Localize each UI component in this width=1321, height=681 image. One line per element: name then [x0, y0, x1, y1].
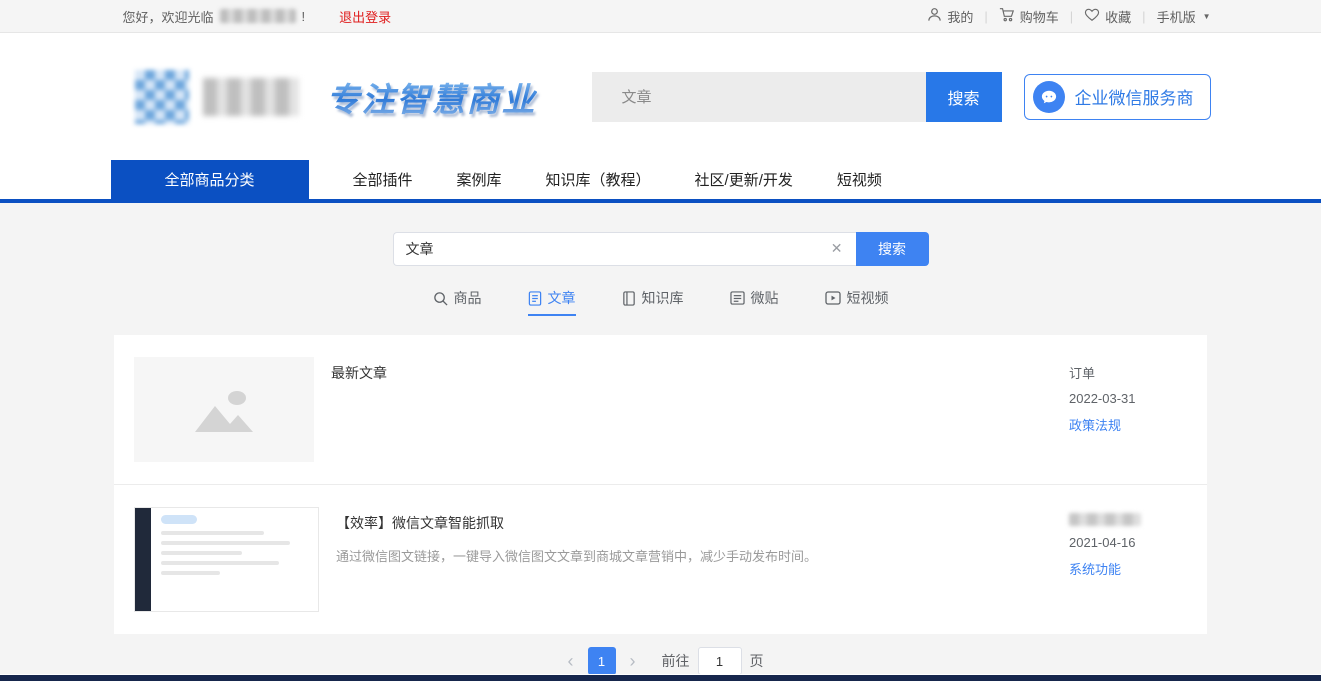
mobile-version-menu[interactable]: 手机版 ▼ — [1157, 7, 1211, 26]
thumbnail-sidebar — [135, 508, 151, 611]
favorites-label: 收藏 — [1105, 7, 1131, 26]
header-search-button[interactable]: 搜索 — [926, 72, 1002, 122]
tab-videos[interactable]: 短视频 — [825, 288, 889, 316]
results-card: 最新文章 订单 2022-03-31 政策法规 — [114, 335, 1207, 634]
tab-products[interactable]: 商品 — [433, 288, 482, 316]
search-input[interactable] — [393, 232, 856, 266]
tab-articles-label: 文章 — [548, 288, 576, 308]
wechat-service-button[interactable]: 企业微信服务商 — [1024, 74, 1211, 120]
thumbnail-body — [151, 508, 318, 611]
pagination: ‹ 1 › 前往 页 — [0, 647, 1321, 674]
placeholder-image[interactable] — [134, 357, 314, 462]
user-icon — [927, 7, 942, 25]
my-account-link[interactable]: 我的 — [927, 7, 973, 26]
site-logo-blurred[interactable] — [135, 70, 189, 124]
greeting-text: 您好，欢迎光临 — [123, 7, 214, 26]
play-video-icon — [825, 291, 841, 305]
heart-icon — [1084, 8, 1100, 25]
topbar: 您好，欢迎光临 ! 退出登录 我的 | 购物车 | — [0, 0, 1321, 33]
favorites-link[interactable]: 收藏 — [1084, 7, 1131, 26]
article-icon — [528, 291, 542, 306]
result-meta-blurred — [1069, 513, 1141, 526]
nav-all-categories[interactable]: 全部商品分类 — [111, 160, 309, 199]
tab-knowledge[interactable]: 知识库 — [622, 288, 684, 316]
result-row: 最新文章 订单 2022-03-31 政策法规 — [114, 335, 1207, 484]
username-blurred — [220, 9, 296, 23]
nav-all-plugins[interactable]: 全部插件 — [353, 160, 413, 199]
page-number-button[interactable]: 1 — [588, 647, 616, 674]
header: 专注智慧商业 搜索 企业微信服务商 — [0, 33, 1321, 160]
search-icon — [433, 291, 448, 306]
logout-link[interactable]: 退出登录 — [339, 7, 391, 26]
tab-videos-label: 短视频 — [847, 288, 889, 308]
nav-short-video[interactable]: 短视频 — [837, 160, 882, 199]
content-area: ✕ 搜索 商品 文章 知识库 微贴 — [0, 203, 1321, 674]
main-nav: 全部商品分类 全部插件 案例库 知识库（教程） 社区/更新/开发 短视频 — [0, 160, 1321, 203]
image-placeholder-icon — [191, 386, 257, 434]
cart-icon — [999, 7, 1015, 25]
header-search: 搜索 — [592, 72, 1002, 122]
result-date: 2022-03-31 — [1069, 391, 1187, 406]
list-icon — [730, 291, 745, 305]
goto-label: 前往 — [662, 651, 690, 671]
my-account-label: 我的 — [947, 7, 973, 26]
result-meta-top: 订单 — [1069, 363, 1187, 382]
next-page-icon[interactable]: › — [620, 647, 646, 674]
tab-knowledge-label: 知识库 — [642, 288, 684, 308]
result-type-tabs: 商品 文章 知识库 微贴 短视频 — [0, 288, 1321, 316]
nav-case-library[interactable]: 案例库 — [457, 160, 502, 199]
nav-community[interactable]: 社区/更新/开发 — [695, 160, 793, 199]
tab-products-label: 商品 — [454, 288, 482, 308]
goto-page-input[interactable] — [698, 647, 742, 674]
wechat-service-label: 企业微信服务商 — [1075, 84, 1194, 109]
divider: | — [1070, 9, 1073, 24]
divider: | — [984, 9, 987, 24]
greeting-suffix: ! — [302, 9, 306, 24]
result-thumbnail[interactable] — [134, 507, 319, 612]
tab-posts-label: 微贴 — [751, 288, 779, 308]
search-box: ✕ 搜索 — [393, 232, 929, 266]
result-title[interactable]: 最新文章 — [331, 363, 1069, 383]
cart-link[interactable]: 购物车 — [999, 7, 1059, 26]
site-slogan: 专注智慧商业 — [327, 73, 537, 121]
header-search-input[interactable] — [592, 72, 926, 122]
result-row: 【效率】微信文章智能抓取 通过微信图文链接，一键导入微信图文文章到商城文章营销中… — [114, 484, 1207, 634]
mobile-version-label: 手机版 — [1157, 7, 1196, 26]
result-description: 通过微信图文链接，一键导入微信图文文章到商城文章营销中，减少手动发布时间。 — [336, 547, 1069, 567]
caret-down-icon: ▼ — [1203, 12, 1211, 21]
cart-label: 购物车 — [1020, 7, 1059, 26]
page-unit-label: 页 — [750, 651, 764, 671]
result-category-link[interactable]: 系统功能 — [1069, 559, 1187, 578]
search-button[interactable]: 搜索 — [856, 232, 929, 266]
result-category-link[interactable]: 政策法规 — [1069, 415, 1187, 434]
clear-input-icon[interactable]: ✕ — [831, 240, 843, 257]
footer-bar — [0, 675, 1321, 681]
prev-page-icon[interactable]: ‹ — [558, 647, 584, 674]
book-icon — [622, 291, 636, 306]
site-logo-text-blurred — [203, 78, 299, 116]
wechat-chat-icon — [1033, 81, 1065, 113]
result-title[interactable]: 【效率】微信文章智能抓取 — [336, 513, 1069, 533]
tab-articles[interactable]: 文章 — [528, 288, 576, 316]
divider: | — [1142, 9, 1145, 24]
nav-knowledge-base[interactable]: 知识库（教程） — [546, 160, 651, 199]
result-date: 2021-04-16 — [1069, 535, 1187, 550]
tab-posts[interactable]: 微贴 — [730, 288, 779, 316]
